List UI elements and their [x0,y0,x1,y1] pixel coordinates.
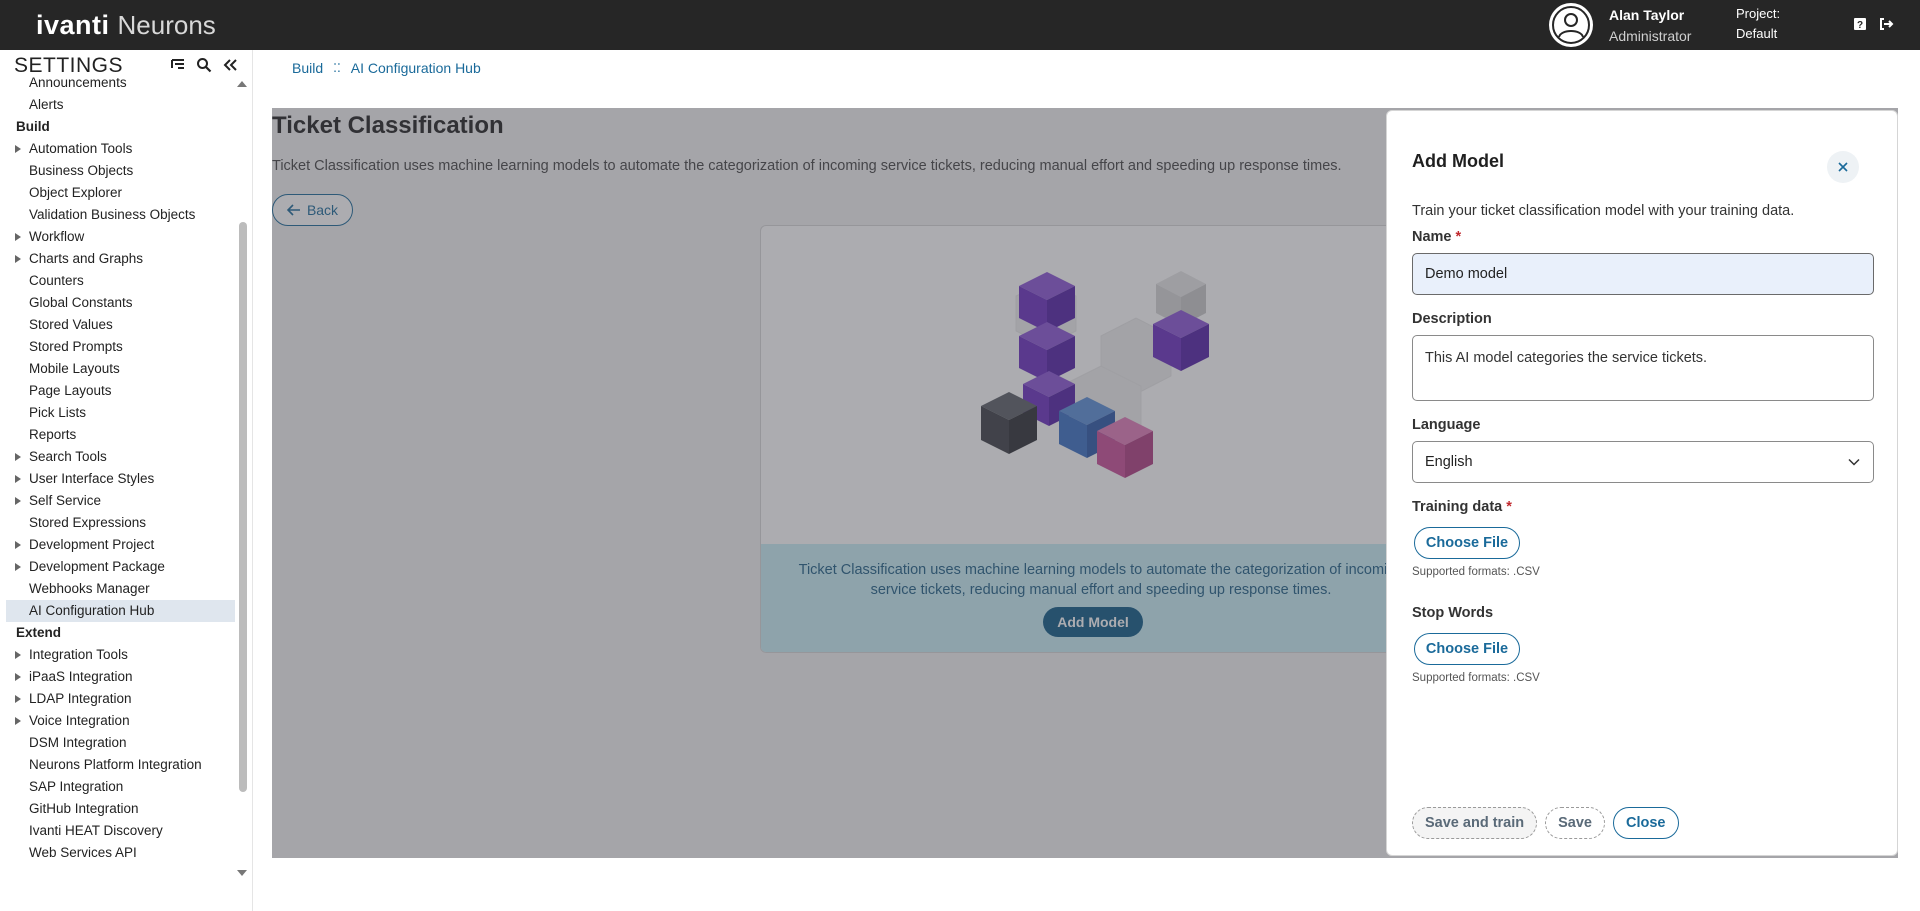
sidebar-item[interactable]: Workflow [6,226,235,248]
sidebar-item[interactable]: Alerts [6,94,235,116]
close-button[interactable] [1827,151,1859,183]
dialog-title: Add Model [1412,151,1504,171]
search-icon[interactable] [196,57,212,73]
training-data-label-text: Training data [1412,499,1503,515]
logout-icon[interactable] [1878,16,1894,32]
sidebar-item[interactable]: Mobile Layouts [6,358,235,380]
language-value: English [1425,454,1473,470]
add-model-dialog: Add Model Train your ticket classificati… [1386,110,1898,856]
sidebar-item[interactable]: Web Services API [6,842,235,864]
sidebar-item[interactable]: Charts and Graphs [6,248,235,270]
name-label-text: Name [1412,229,1452,245]
sidebar-section: Build [16,119,50,134]
sidebar-item[interactable]: DSM Integration [6,732,235,754]
description-label: Description [1412,311,1492,327]
sidebar-item[interactable]: Page Layouts [6,380,235,402]
user-name[interactable]: Alan Taylor [1609,7,1684,23]
sidebar-item[interactable]: AI Configuration Hub [6,600,235,622]
save-button[interactable]: Save [1545,807,1605,839]
project-label: Project: [1736,6,1781,21]
collapse-tree-icon[interactable] [170,57,186,73]
breadcrumb-current[interactable]: AI Configuration Hub [351,60,481,76]
sidebar-item[interactable]: Business Objects [6,160,235,182]
sidebar-item[interactable]: Webhooks Manager [6,578,235,600]
scroll-up-arrow[interactable] [237,81,247,87]
training-choose-file-button[interactable]: Choose File [1414,527,1520,559]
sidebar-item[interactable]: Integration Tools [6,644,235,666]
logo-subtext: Neurons [117,10,216,40]
scroll-down-arrow[interactable] [237,870,247,876]
sidebar-item[interactable]: Stored Prompts [6,336,235,358]
dialog-footer: Save and train Save Close [1412,807,1679,839]
user-role: Administrator [1609,28,1692,44]
sidebar-item[interactable]: User Interface Styles [6,468,235,490]
sidebar-item[interactable]: Ivanti HEAT Discovery [6,820,235,842]
breadcrumb-build[interactable]: Build [292,60,323,76]
sidebar-item[interactable]: Counters [6,270,235,292]
breadcrumb-separator-icon: ⁚⁚ [333,61,341,75]
sidebar-item[interactable]: Pick Lists [6,402,235,424]
stopwords-choose-file-button[interactable]: Choose File [1414,633,1520,665]
chevron-down-icon [1848,458,1860,466]
settings-sidebar: SETTINGS Announcements Alerts Build Automat… [0,50,253,911]
sidebar-item[interactable]: Voice Integration [6,710,235,732]
ivanti-neurons-logo[interactable]: ivanti Neurons [36,10,216,41]
name-field[interactable]: Demo model [1412,253,1874,295]
sidebar-item[interactable]: Development Project [6,534,235,556]
sidebar-item[interactable]: SAP Integration [6,776,235,798]
training-data-label: Training data * [1412,499,1512,515]
breadcrumb: Build ⁚⁚ AI Configuration Hub [292,60,481,76]
sidebar-item[interactable]: GitHub Integration [6,798,235,820]
project-value[interactable]: Default [1736,26,1777,41]
stopwords-hint: Supported formats: .CSV [1412,672,1540,684]
sidebar-item[interactable]: Global Constants [6,292,235,314]
sidebar-item[interactable]: Validation Business Objects [6,204,235,226]
sidebar-item[interactable]: Neurons Platform Integration [6,754,235,776]
sidebar-item[interactable]: Announcements [6,72,235,94]
language-select[interactable]: English [1412,441,1874,483]
sidebar-section: Extend [16,625,62,640]
sidebar-item[interactable]: Search Tools [6,446,235,468]
sidebar-tools [170,57,238,73]
sidebar-item[interactable]: Self Service [6,490,235,512]
sidebar-item[interactable]: LDAP Integration [6,688,235,710]
top-bar: ivanti Neurons Alan Taylor Administrator… [0,0,1920,50]
help-icon[interactable]: ? [1852,16,1868,32]
language-label: Language [1412,417,1481,433]
collapse-sidebar-icon[interactable] [222,57,238,73]
avatar[interactable] [1549,3,1593,47]
user-icon [1552,6,1590,44]
sidebar-item[interactable]: Automation Tools [6,138,235,160]
sidebar-item[interactable]: Reports [6,424,235,446]
sidebar-item[interactable]: Stored Values [6,314,235,336]
close-dialog-button[interactable]: Close [1613,807,1679,839]
close-icon [1838,162,1848,172]
logo-text: ivanti [36,10,110,40]
required-mark: * [1455,229,1462,245]
svg-text:?: ? [1857,20,1863,31]
dialog-subtitle: Train your ticket classification model w… [1412,203,1795,219]
sidebar-item[interactable]: iPaaS Integration [6,666,235,688]
sidebar-item[interactable]: Object Explorer [6,182,235,204]
sidebar-scrollbar[interactable] [239,222,247,792]
sidebar-item[interactable]: Stored Expressions [6,512,235,534]
required-mark: * [1506,499,1512,515]
save-and-train-button[interactable]: Save and train [1412,807,1538,839]
description-field[interactable]: This AI model categories the service tic… [1412,335,1874,401]
training-hint: Supported formats: .CSV [1412,566,1540,578]
sidebar-item[interactable]: Development Package [6,556,235,578]
name-label: Name * [1412,229,1461,245]
stop-words-label: Stop Words [1412,605,1494,621]
